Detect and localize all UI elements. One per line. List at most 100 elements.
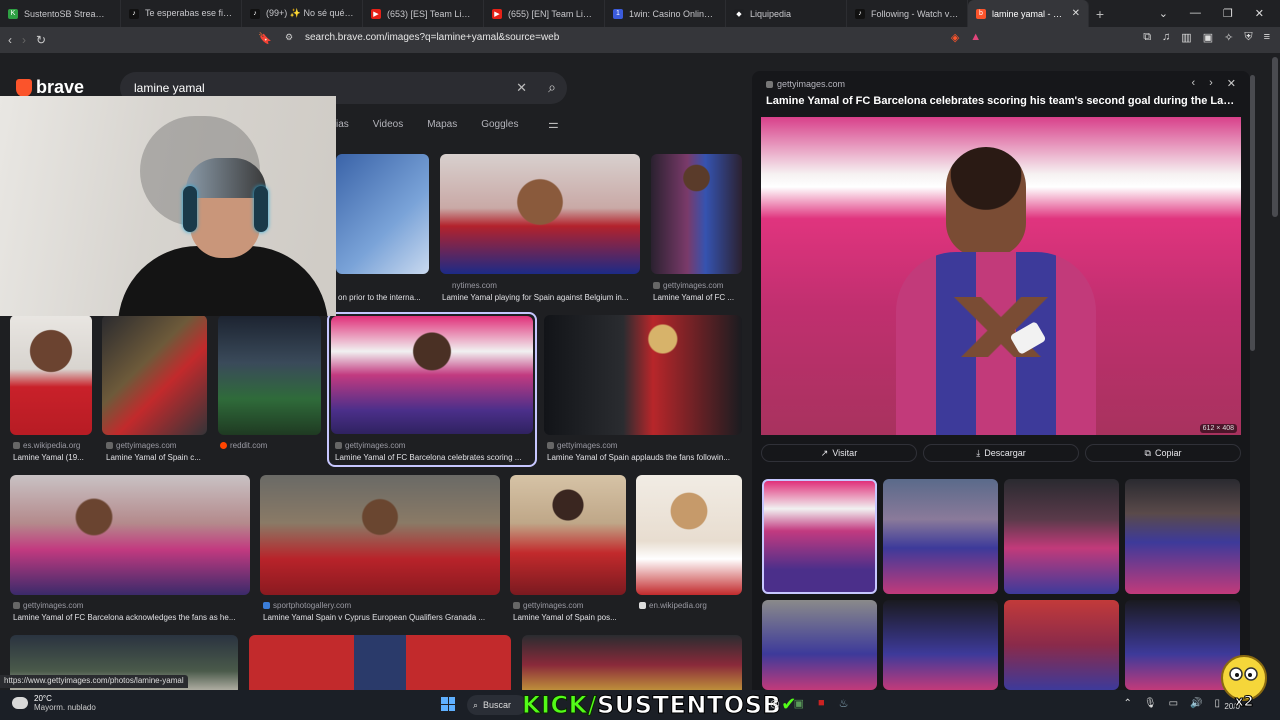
related-thumb[interactable] — [1004, 600, 1119, 690]
minimize-button[interactable]: — — [1190, 7, 1201, 20]
address-bar[interactable]: search.brave.com/images?q=lamine+yamal&s… — [305, 32, 559, 43]
maximize-button[interactable]: ❐ — [1223, 7, 1233, 20]
related-thumb[interactable] — [1125, 479, 1240, 594]
external-link-icon: ↗ — [820, 447, 829, 458]
result-image[interactable] — [260, 475, 500, 595]
extensions-icon[interactable]: ⧉ — [1143, 31, 1151, 44]
emoji-pupil-right — [1248, 673, 1252, 677]
tray-expand-icon[interactable]: ⌃ — [1123, 698, 1131, 709]
tab-title: lamine yamal - Brave — [992, 8, 1066, 19]
windows-start-icon[interactable] — [441, 697, 455, 711]
visit-button[interactable]: ↗ Visitar — [761, 444, 917, 462]
result-caption: Lamine Yamal of Spain c... — [106, 453, 201, 462]
emoji-pupil-left — [1235, 673, 1239, 677]
result-image-selected[interactable] — [331, 316, 533, 434]
page-scrollbar[interactable] — [1272, 57, 1278, 217]
browser-tab[interactable]: b lamine yamal - Brave ✕ — [968, 0, 1089, 27]
brave-rewards-icon[interactable]: ▲ — [970, 31, 981, 44]
tab-goggles[interactable]: Goggles — [481, 119, 518, 130]
browser-tab[interactable]: 1 1win: Casino Online y Ap — [605, 0, 726, 27]
result-source: sportphotogallery.com — [263, 601, 351, 610]
search-icon: ⌕ — [473, 699, 479, 710]
microphone-icon[interactable]: 🎙 — [1144, 698, 1157, 709]
copy-icon: ⧉ — [1144, 447, 1151, 458]
result-image[interactable] — [636, 475, 742, 595]
tab-maps[interactable]: Mapas — [427, 119, 457, 130]
tab-images[interactable]: ias — [336, 119, 349, 130]
getty-favicon-icon — [13, 602, 20, 609]
reddit-favicon-icon — [220, 442, 227, 449]
browser-tab[interactable]: K SustentoSB Stream - K — [0, 0, 121, 27]
emoji-x2-badge: x2 — [1235, 694, 1254, 708]
clear-icon[interactable]: ✕ — [516, 80, 527, 96]
player-head — [946, 147, 1026, 257]
previous-icon[interactable]: ‹ — [1191, 77, 1195, 90]
leo-icon[interactable]: ✧ — [1224, 31, 1233, 44]
result-image[interactable] — [544, 315, 742, 435]
back-icon[interactable]: ‹ — [8, 33, 12, 47]
result-image[interactable] — [510, 475, 626, 595]
close-window-button[interactable]: ✕ — [1255, 7, 1264, 20]
result-image[interactable] — [440, 154, 640, 274]
new-tab-button[interactable]: + — [1089, 6, 1111, 22]
preview-image[interactable]: 612 × 408 — [761, 117, 1241, 435]
brave-logo[interactable]: brave — [16, 77, 84, 98]
app-steam-icon[interactable]: ♨ — [839, 697, 849, 710]
result-caption: Lamine Yamal of FC Barcelona celebrates … — [335, 453, 522, 462]
close-tab-icon[interactable]: ✕ — [1072, 8, 1080, 19]
tab-favicon-icon: ♪ — [129, 8, 139, 19]
taskbar-search[interactable]: ⌕ Buscar — [467, 695, 527, 715]
download-button[interactable]: ⤓ Descargar — [923, 444, 1079, 462]
related-thumb[interactable] — [1004, 479, 1119, 594]
browser-tab[interactable]: ▶ (655) [EN] Team Liquid — [484, 0, 605, 27]
result-image[interactable] — [249, 635, 511, 690]
panel-scrollbar[interactable] — [1250, 75, 1255, 351]
app-red-icon[interactable]: ■ — [818, 697, 825, 710]
result-image[interactable] — [10, 475, 250, 595]
tab-videos[interactable]: Videos — [373, 119, 403, 130]
tab-search-icon[interactable]: ⌄ — [1159, 7, 1168, 20]
volume-icon[interactable]: 🔊 — [1190, 698, 1202, 709]
tab-favicon-icon: ▶ — [371, 8, 381, 19]
result-image[interactable] — [651, 154, 742, 274]
weather-widget[interactable]: 20°C Mayorm. nublado — [12, 694, 96, 712]
app-chrome-icon[interactable]: ◎ — [770, 697, 780, 710]
media-icon[interactable]: ♫ — [1162, 31, 1170, 44]
related-thumb[interactable] — [762, 600, 877, 690]
brave-shields-icon[interactable]: ◈ — [951, 31, 959, 44]
wallet-icon[interactable]: ▣ — [1203, 31, 1213, 44]
site-settings-icon[interactable]: ⚙ — [285, 32, 293, 43]
browser-tab[interactable]: ♪ Te esperabas ese final? 🤔 — [121, 0, 242, 27]
next-icon[interactable]: › — [1209, 77, 1213, 90]
image-preview-panel: gettyimages.com ‹ › ✕ Lamine Yamal of FC… — [752, 71, 1250, 690]
sidebar-icon[interactable]: ▥ — [1181, 31, 1191, 44]
preview-title[interactable]: Lamine Yamal of FC Barcelona celebrates … — [766, 95, 1236, 107]
result-caption: Lamine Yamal of FC ... — [653, 293, 735, 302]
result-image[interactable] — [336, 154, 429, 274]
result-image[interactable] — [218, 315, 321, 435]
browser-tab[interactable]: ◆ Liquipedia — [726, 0, 847, 27]
forward-icon[interactable]: › — [22, 33, 26, 47]
menu-icon[interactable]: ≡ — [1264, 31, 1270, 44]
getty-favicon-icon — [547, 442, 554, 449]
result-image[interactable] — [522, 635, 742, 690]
result-caption: Lamine Yamal of Spain applauds the fans … — [547, 453, 730, 462]
browser-tab[interactable]: ♪ Following - Watch videos — [847, 0, 968, 27]
app-generic-icon[interactable]: ▣ — [794, 697, 804, 710]
related-thumb-selected[interactable] — [762, 479, 877, 594]
close-icon[interactable]: ✕ — [1227, 77, 1236, 90]
filter-icon[interactable]: ⚌ — [548, 117, 559, 131]
copy-button[interactable]: ⧉ Copiar — [1085, 444, 1241, 462]
browser-tab[interactable]: ♪ (99+) ✨ No sé qué tiene — [242, 0, 363, 27]
search-icon[interactable]: ⌕ — [548, 79, 556, 96]
related-thumb[interactable] — [883, 479, 998, 594]
vpn-icon[interactable]: ⛨ — [1244, 31, 1252, 44]
related-thumb[interactable] — [883, 600, 998, 690]
bookmark-icon[interactable]: 🔖 — [258, 32, 272, 45]
browser-tab[interactable]: ▶ (653) [ES] Team Liquid — [363, 0, 484, 27]
result-image[interactable] — [10, 315, 92, 435]
tab-title: Te esperabas ese final? 🤔 — [145, 8, 233, 18]
network-icon[interactable]: ▭ — [1169, 698, 1178, 709]
reload-icon[interactable]: ↻ — [36, 33, 46, 47]
result-image[interactable] — [102, 315, 207, 435]
